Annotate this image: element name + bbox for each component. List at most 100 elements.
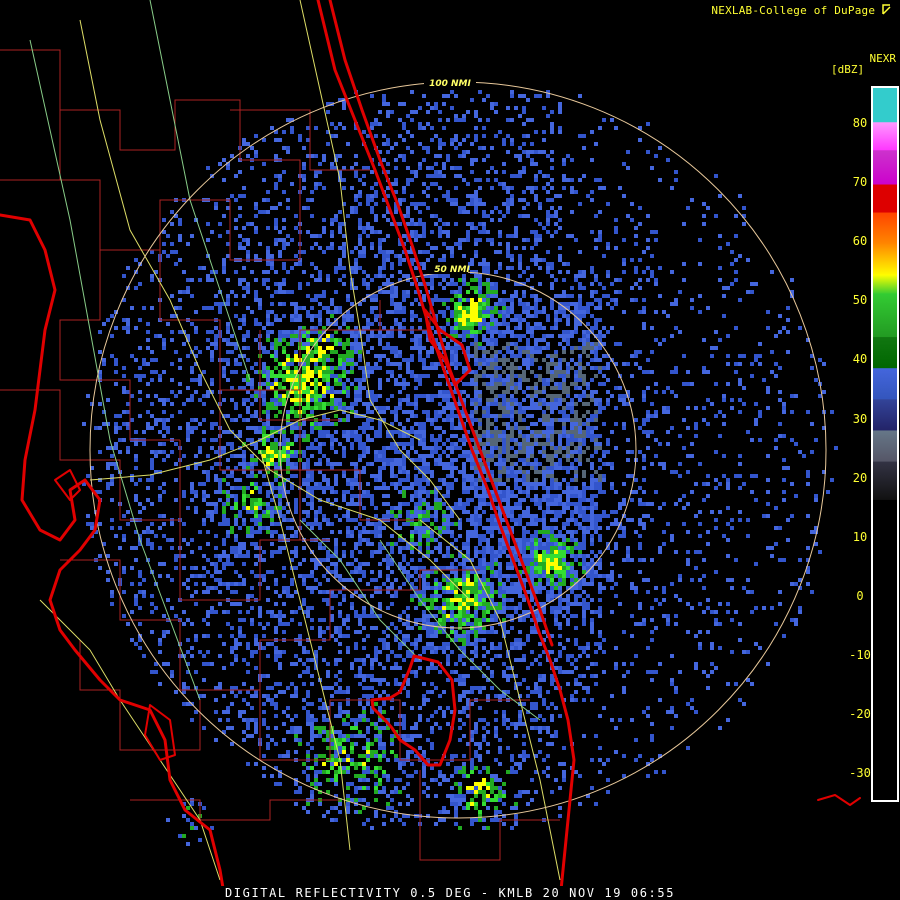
echo-pixel: [590, 378, 594, 382]
echo-pixel: [674, 302, 678, 306]
echo-pixel: [814, 438, 818, 442]
echo-pixel: [446, 322, 450, 326]
echo-pixel: [502, 334, 506, 338]
echo-pixel: [542, 470, 546, 474]
echo-pixel: [498, 374, 502, 378]
echo-pixel: [370, 306, 374, 310]
echo-pixel: [702, 482, 706, 486]
echo-pixel: [486, 286, 490, 290]
echo-pixel: [542, 358, 546, 362]
echo-pixel: [502, 358, 506, 362]
echo-pixel: [206, 222, 210, 226]
echo-pixel: [334, 462, 338, 466]
echo-pixel: [270, 518, 274, 522]
echo-pixel: [554, 370, 558, 374]
echo-pixel: [506, 410, 510, 414]
echo-pixel: [214, 346, 218, 350]
echo-pixel: [490, 102, 494, 106]
echo-pixel: [658, 342, 662, 346]
echo-pixel: [206, 502, 210, 506]
echo-pixel: [498, 474, 502, 478]
echo-pixel: [518, 442, 522, 446]
echo-pixel: [750, 490, 754, 494]
echo-pixel: [602, 514, 606, 518]
echo-pixel: [418, 218, 422, 222]
echo-pixel: [698, 294, 702, 298]
echo-pixel: [554, 402, 558, 406]
echo-pixel: [290, 238, 294, 242]
echo-pixel: [334, 438, 338, 442]
echo-pixel: [358, 446, 362, 450]
echo-pixel: [414, 234, 418, 238]
echo-pixel: [534, 322, 538, 326]
echo-pixel: [614, 510, 618, 514]
echo-pixel: [702, 418, 706, 422]
echo-pixel: [502, 414, 506, 418]
echo-pixel: [486, 382, 490, 386]
echo-pixel: [638, 498, 642, 502]
echo-pixel: [530, 186, 534, 190]
echo-pixel: [590, 366, 594, 370]
echo-pixel: [462, 438, 466, 442]
echo-pixel: [414, 506, 418, 510]
echo-pixel: [250, 482, 254, 486]
echo-pixel: [378, 122, 382, 126]
echo-pixel: [566, 466, 570, 470]
echo-pixel: [450, 350, 454, 354]
echo-pixel: [410, 410, 414, 414]
echo-pixel: [270, 354, 274, 358]
echo-pixel: [718, 410, 722, 414]
echo-pixel: [434, 246, 438, 250]
echo-pixel: [450, 450, 454, 454]
echo-pixel: [186, 506, 190, 510]
echo-pixel: [342, 402, 346, 406]
echo-pixel: [646, 370, 650, 374]
echo-pixel: [210, 410, 214, 414]
echo-pixel: [438, 298, 442, 302]
echo-pixel: [438, 434, 442, 438]
echo-pixel: [558, 418, 562, 422]
echo-pixel: [438, 258, 442, 262]
echo-pixel: [438, 282, 442, 286]
echo-pixel: [466, 458, 470, 462]
echo-pixel: [262, 410, 266, 414]
echo-pixel: [566, 234, 570, 238]
echo-pixel: [570, 334, 574, 338]
echo-pixel: [578, 134, 582, 138]
echo-pixel: [230, 386, 234, 390]
echo-pixel: [234, 418, 238, 422]
echo-pixel: [402, 154, 406, 158]
echo-pixel: [318, 394, 322, 398]
echo-pixel: [494, 374, 498, 378]
echo-pixel: [510, 258, 514, 262]
echo-pixel: [506, 274, 510, 278]
echo-pixel: [526, 98, 530, 102]
echo-pixel: [450, 326, 454, 330]
echo-pixel: [514, 314, 518, 318]
echo-pixel: [518, 338, 522, 342]
echo-pixel: [250, 454, 254, 458]
echo-pixel: [354, 386, 358, 390]
echo-pixel: [470, 498, 474, 502]
echo-pixel: [578, 314, 582, 318]
echo-pixel: [570, 190, 574, 194]
echo-pixel: [634, 234, 638, 238]
echo-pixel: [722, 286, 726, 290]
echo-pixel: [310, 370, 314, 374]
echo-pixel: [474, 274, 478, 278]
echo-pixel: [246, 418, 250, 422]
echo-pixel: [574, 426, 578, 430]
echo-pixel: [318, 370, 322, 374]
echo-pixel: [370, 426, 374, 430]
echo-pixel: [526, 482, 530, 486]
echo-pixel: [542, 130, 546, 134]
echo-pixel: [538, 390, 542, 394]
echo-pixel: [302, 386, 306, 390]
echo-pixel: [394, 294, 398, 298]
echo-pixel: [226, 254, 230, 258]
echo-pixel: [582, 310, 586, 314]
echo-pixel: [566, 434, 570, 438]
echo-pixel: [474, 302, 478, 306]
echo-pixel: [562, 278, 566, 282]
echo-pixel: [426, 194, 430, 198]
